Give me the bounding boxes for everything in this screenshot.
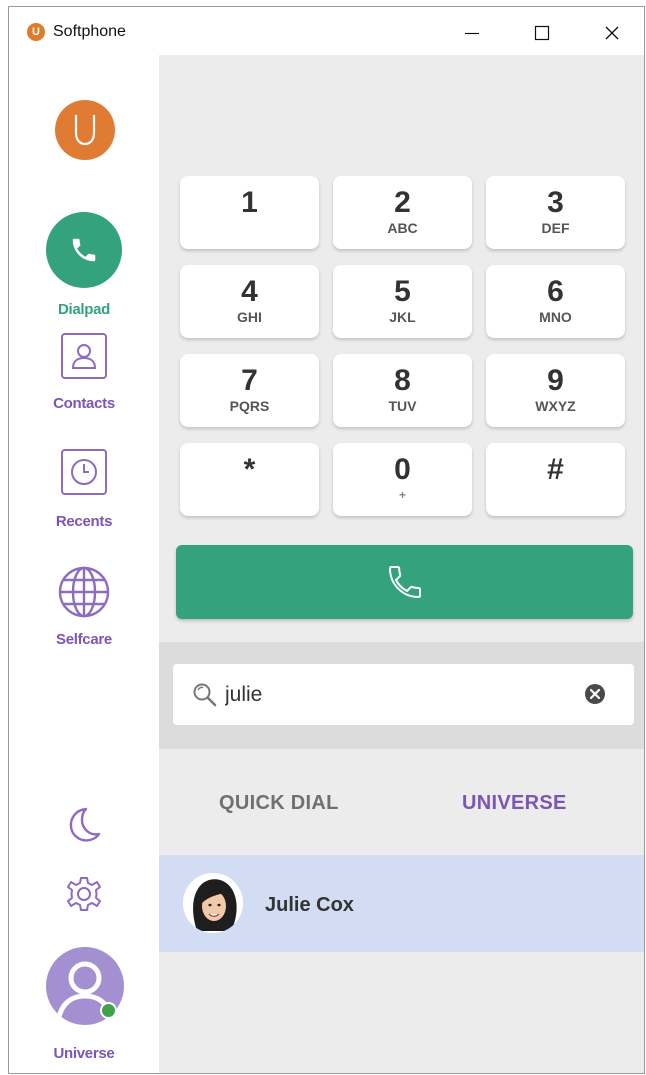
account-letter-icon [74,115,96,146]
user-label: Universe [53,1045,115,1062]
dialpad-key-letters: GHI [237,309,262,325]
dialpad-key[interactable]: 0 + [333,443,472,516]
softphone-window: U Softphone Dialpad Contacts Recents Sel… [8,6,645,1074]
list-item[interactable]: Julie Cox [159,855,644,952]
dialpad-key[interactable]: 1 [180,176,319,249]
dialpad-icon-wrap [9,212,159,288]
contact-photo-icon [183,873,243,933]
tab-universe[interactable]: UNIVERSE [462,792,567,815]
dialpad-key-digit: 2 [394,186,411,219]
dialpad-key[interactable]: 7 PQRS [180,354,319,427]
phone-icon [388,566,421,598]
dialpad-key[interactable]: 9 WXYZ [486,354,625,427]
dialpad-key[interactable]: 8 TUV [333,354,472,427]
dialpad-key-digit: 1 [241,186,258,219]
dialpad-key-letters: TUV [388,398,417,414]
dialpad-key-letters: MNO [539,309,572,325]
clear-search-icon[interactable] [584,683,606,705]
title-bar[interactable]: U Softphone [9,7,644,55]
minimize-button[interactable] [449,11,495,55]
dialpad-key-digit: 8 [394,364,411,397]
search-icon [193,683,217,707]
contact-avatar [183,873,243,933]
sidebar-item-label: Contacts [53,395,115,412]
clock-icon [61,449,107,495]
dialpad-key[interactable]: 6 MNO [486,265,625,338]
dialpad-key[interactable]: 3 DEF [486,176,625,249]
sidebar: Dialpad Contacts Recents Selfcare Univer… [9,55,159,1073]
dialpad-key-letters: WXYZ [535,398,576,414]
sidebar-item-label: Selfcare [56,631,112,648]
gear-icon [67,877,101,911]
dialpad-key[interactable]: 2 ABC [333,176,472,249]
sidebar-item-label: Recents [55,513,113,530]
dialpad-key-digit: # [547,453,564,486]
minimize-icon [465,32,479,35]
account-avatar[interactable] [55,100,115,160]
dialpad-key-digit: 3 [547,186,564,219]
settings-button[interactable] [9,875,159,913]
dialpad-key-letters: JKL [389,309,416,325]
person-icon [71,344,97,369]
maximize-button[interactable] [519,11,565,55]
theme-toggle-button[interactable] [9,805,159,845]
contacts-icon-wrap [9,333,159,379]
moon-icon [69,807,101,842]
dialpad-key-digit: 7 [241,364,258,397]
recents-icon-wrap [9,449,159,495]
window-title: Softphone [53,23,126,40]
dialpad-key-letters: PQRS [229,398,270,414]
dialpad-key-letters: DEF [541,220,570,236]
search-input[interactable] [225,678,565,712]
contact-name: Julie Cox [265,894,354,916]
dialpad-key[interactable]: # [486,443,625,516]
phone-icon [72,238,96,262]
dialpad-key-digit: 5 [394,275,411,308]
close-button[interactable] [589,11,635,55]
dialpad-key[interactable]: * [180,443,319,516]
online-status-badge [100,1002,117,1019]
app-logo-icon: U [27,23,45,41]
call-button[interactable] [176,545,633,619]
dialpad-key-digit: 4 [241,275,258,308]
dialpad-key[interactable]: 5 JKL [333,265,472,338]
dialpad-key-letters: ABC [387,220,418,236]
dialpad-key-digit: 6 [547,275,564,308]
dialpad-key-digit: 0 [394,453,411,486]
search-box[interactable] [173,664,634,725]
close-icon [605,26,619,40]
selfcare-icon-wrap [9,565,159,619]
maximize-icon [534,25,550,41]
tab-quick-dial[interactable]: QUICK DIAL [219,792,339,815]
dialpad-nav-circle [46,212,122,288]
search-area [159,642,644,749]
dialpad-key[interactable]: 4 GHI [180,265,319,338]
contact-card-icon [61,333,107,379]
sidebar-item-label: Dialpad [57,301,111,318]
globe-icon [58,566,110,618]
dialpad-key-letters: + [398,488,406,502]
dialpad-key-digit: 9 [547,364,564,397]
clock-face-icon [71,459,97,485]
dialpad-key-digit: * [243,453,256,486]
